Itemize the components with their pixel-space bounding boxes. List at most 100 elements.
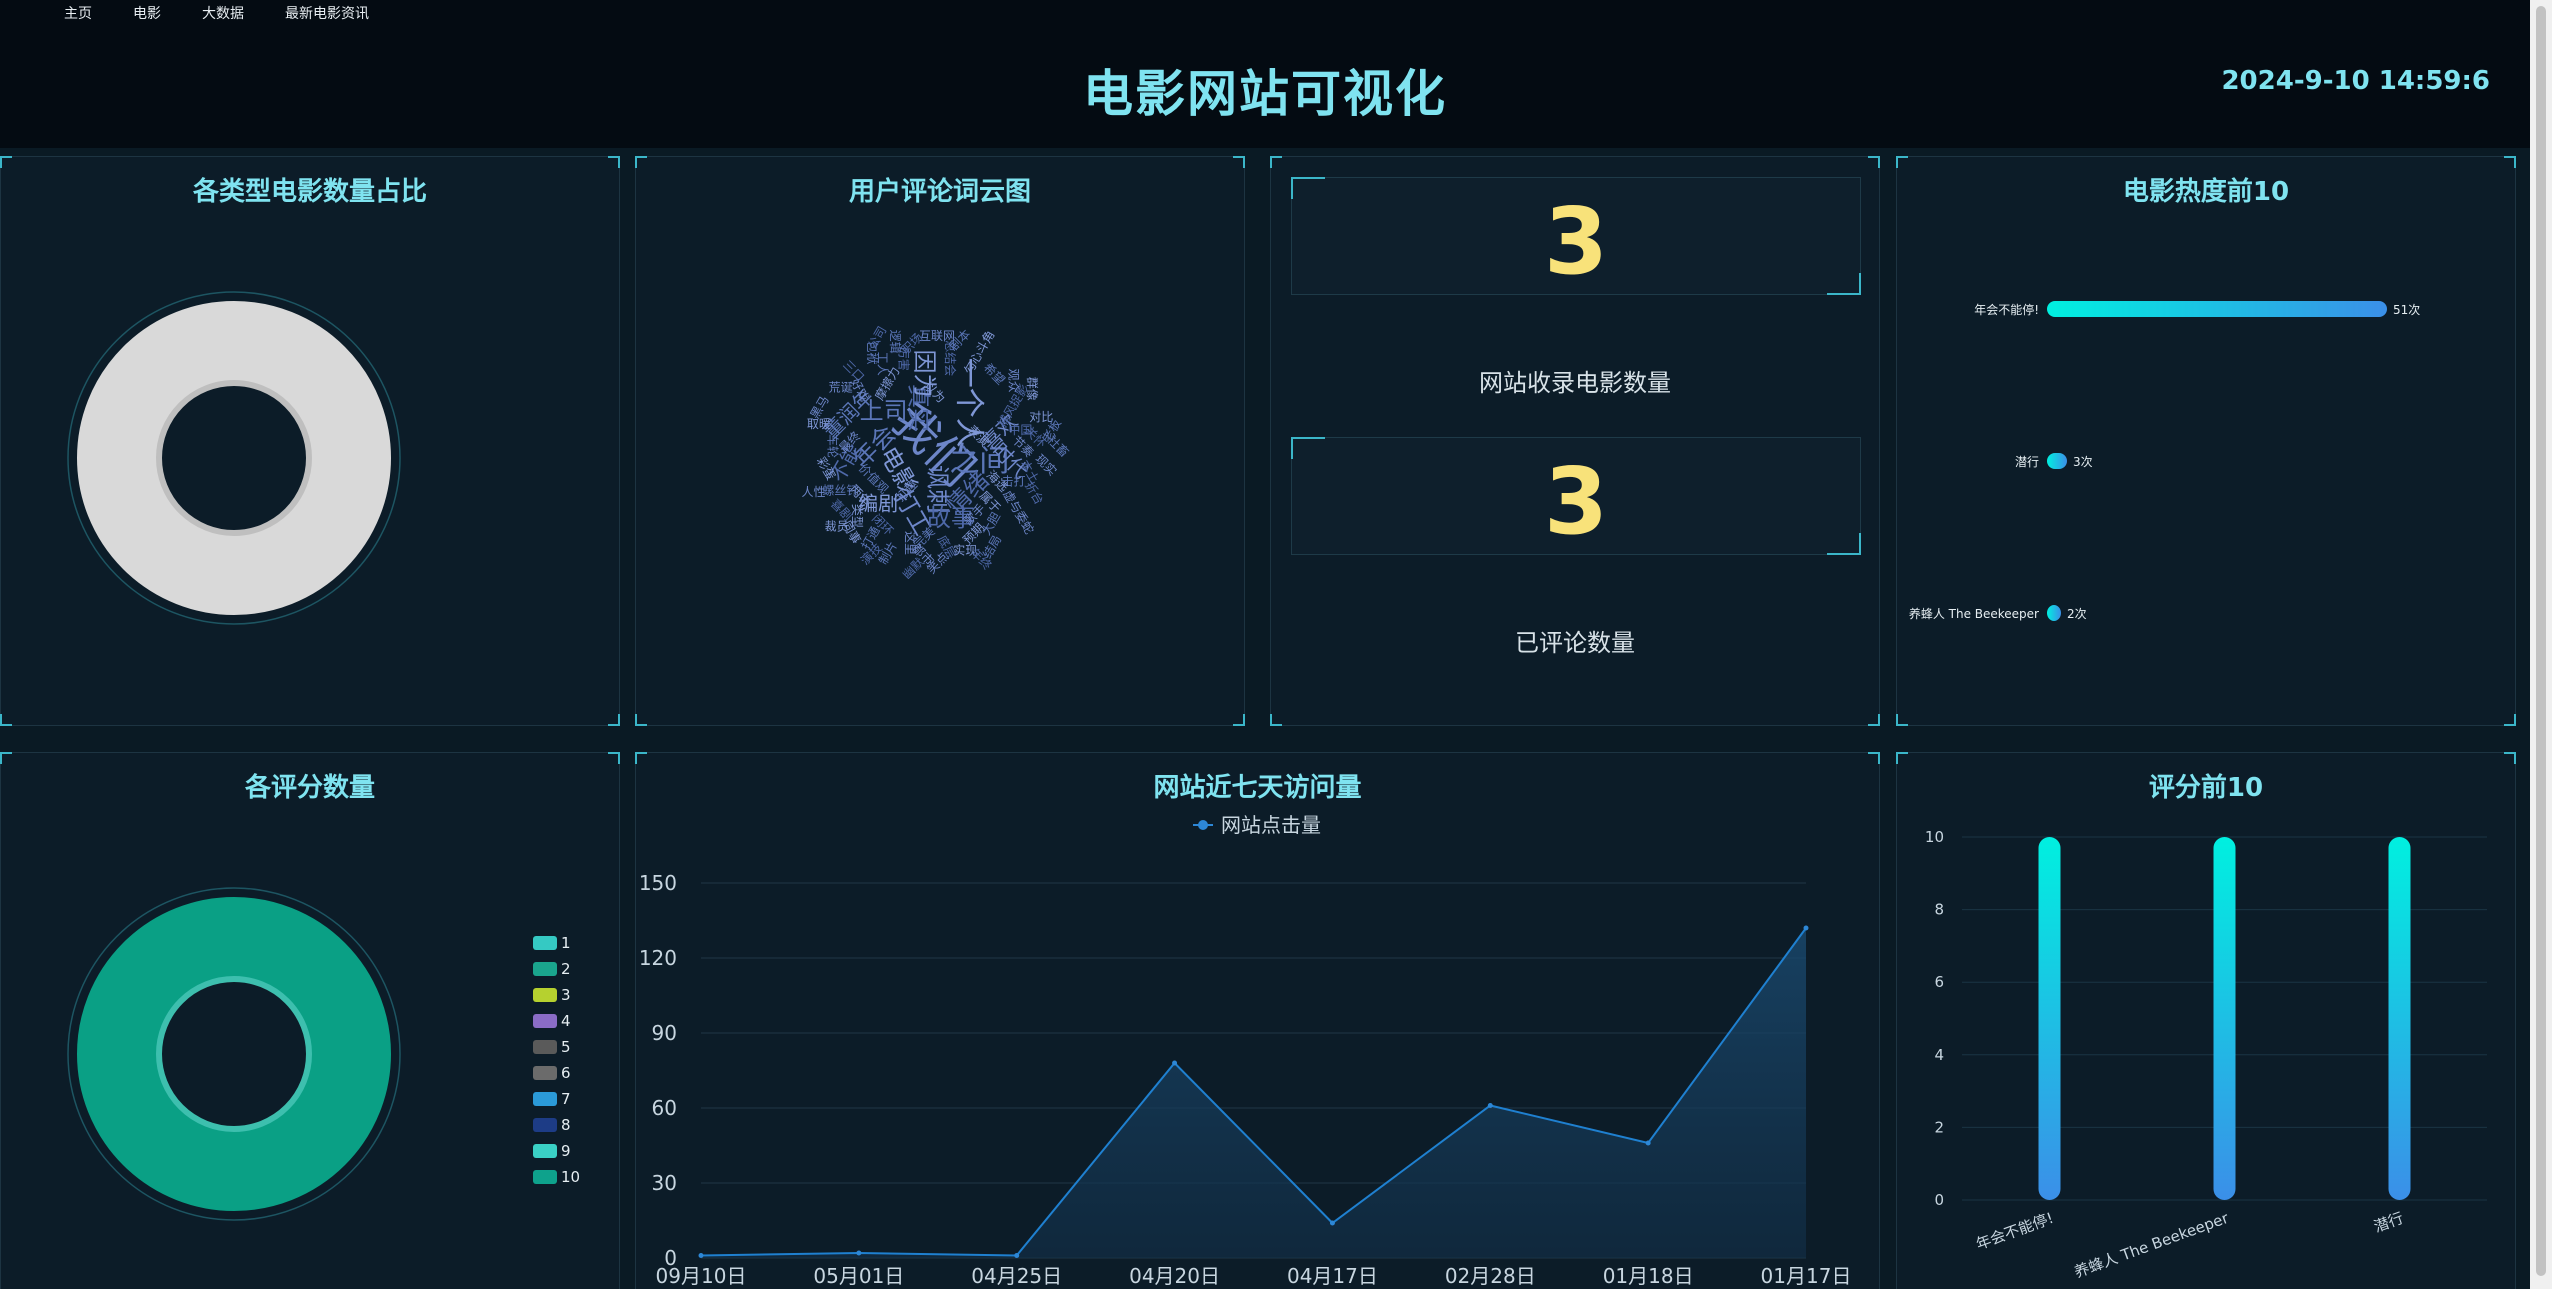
hot-value-label: 51次 [2393, 303, 2420, 317]
legend-swatch [533, 962, 557, 976]
score-count-panel: 各评分数量 1 2 3 4 5 6 7 8 9 10 [0, 752, 620, 1289]
visits-point[interactable] [1172, 1060, 1178, 1066]
donut-slice [77, 301, 391, 615]
visits-point[interactable] [856, 1250, 862, 1256]
comment-count-value: 3 [1543, 448, 1608, 555]
y-tick-label: 0 [1934, 1191, 1944, 1209]
legend-swatch [533, 1066, 557, 1080]
comment-count-label: 已评论数量 [1515, 629, 1635, 657]
visits-panel: 网站近七天访问量 网站点击量 0 30 60 90 120 150 09月10日 05月01日 0… [635, 752, 1880, 1289]
visits-point[interactable] [1487, 1103, 1493, 1108]
wordcloud-word: 观众 [1006, 369, 1020, 393]
hot-top10-panel: 电影热度前10 年会不能停! 51次 潜行 3次 养蜂人 The Beekeeper 2次 [1896, 156, 2516, 726]
hot-value-label: 3次 [2073, 455, 2093, 469]
legend-label[interactable]: 网站点击量 [1221, 813, 1321, 837]
x-tick-label: 04月25日 [971, 1264, 1062, 1288]
wordcloud-word: 公司 [865, 324, 889, 352]
visits-point[interactable] [1329, 1220, 1335, 1226]
legend-label[interactable]: 8 [561, 1116, 571, 1134]
legend-swatch [533, 936, 557, 950]
legend-swatch [533, 1118, 557, 1132]
legend-label[interactable]: 7 [561, 1090, 571, 1108]
donut-inner-ring [156, 976, 312, 1132]
x-tick-label: 09月10日 [656, 1264, 747, 1288]
wordcloud-word: 折台 [1022, 479, 1047, 507]
legend-label[interactable]: 9 [561, 1142, 571, 1160]
legend-label[interactable]: 5 [561, 1038, 571, 1056]
legend-swatch [533, 1040, 557, 1054]
x-tick-label: 01月18日 [1603, 1264, 1694, 1288]
header: 电影网站可视化 2024-9-10 14:59:6 [0, 26, 2530, 148]
visits-area [701, 928, 1806, 1258]
score-top10-chart: 0 2 4 6 8 10 年会不能停! 养蜂人 The Beekeeper 潜行 [1925, 828, 2487, 1282]
movie-count-box: 3 [1291, 177, 1861, 295]
hot-value-label: 2次 [2067, 607, 2087, 621]
legend-label[interactable]: 3 [561, 986, 571, 1004]
wordcloud: 我们之间一个人真实讽刺年会电影 情绪打工上司因为故事时代董润年编剧不能喜欢价值观摩… [801, 324, 1072, 582]
x-tick-label: 02月28日 [1445, 1264, 1536, 1288]
x-tick-label: 04月17日 [1287, 1264, 1378, 1288]
visits-point[interactable] [1803, 925, 1809, 931]
wordcloud-word: 荒诞 [829, 380, 853, 394]
y-tick-label: 8 [1934, 901, 1944, 919]
donut-inner-ring [156, 380, 312, 536]
wordcloud-word: 群像 [1025, 377, 1039, 401]
type-share-panel: 各类型电影数量占比 [0, 156, 620, 726]
top-nav: 主页 电影 大数据 最新电影资讯 [0, 0, 2530, 26]
y-tick-label: 6 [1934, 973, 1944, 991]
legend-swatch [533, 1144, 557, 1158]
movie-count-value: 3 [1543, 188, 1608, 295]
legend-label[interactable]: 2 [561, 960, 571, 978]
legend-swatch [533, 1170, 557, 1184]
hot-category-label: 年会不能停! [1974, 302, 2039, 317]
nav-movies-link[interactable]: 电影 [133, 3, 161, 23]
x-tick-label: 潜行 [2372, 1209, 2406, 1236]
wordcloud-word: 取暖 [807, 417, 831, 431]
y-tick-label: 30 [652, 1171, 677, 1195]
wordcloud-panel: 用户评论词云图 我们 之间 一个人 真实 讽刺 年会 电影 情绪 打工 上司 因为 故事 时代 董润年 编剧… [635, 156, 1245, 726]
score-top10-panel: 评分前10 0 2 4 6 8 10 年会不能停! 养蜂人 The Beekeeper 潜行 [1896, 752, 2516, 1289]
y-tick-label: 4 [1934, 1046, 1944, 1064]
visits-chart: 网站点击量030609012015009月10日 05月01日 04月25日 04月2… [639, 813, 1852, 1288]
scrollbar-thumb[interactable] [2536, 6, 2546, 1276]
type-share-chart [67, 291, 401, 625]
movie-count-label: 网站收录电影数量 [1479, 369, 1671, 397]
page-scrollbar[interactable] [2530, 0, 2552, 1289]
legend-label[interactable]: 4 [561, 1012, 571, 1030]
nav-news-link[interactable]: 最新电影资讯 [285, 3, 369, 23]
legend-swatch [533, 1014, 557, 1028]
hot-bar [2047, 301, 2387, 317]
stats-panel: 3 网站收录电影数量 3 已评论数量 [1270, 156, 1880, 726]
legend-label[interactable]: 6 [561, 1064, 571, 1082]
visits-point[interactable] [698, 1253, 704, 1258]
y-tick-label: 150 [639, 871, 677, 895]
legend-label[interactable]: 1 [561, 934, 571, 952]
y-tick-label: 120 [639, 946, 677, 970]
visits-point[interactable] [1645, 1140, 1651, 1146]
comment-count-box: 3 [1291, 437, 1861, 555]
wordcloud-word: 人性 [801, 485, 825, 499]
hot-category-label: 养蜂人 The Beekeeper [1909, 606, 2039, 621]
hot-category-label: 潜行 [2015, 455, 2039, 469]
nav-home-link[interactable]: 主页 [64, 3, 92, 23]
legend-dot-icon [1198, 820, 1208, 830]
donut-slice [77, 897, 391, 1211]
hot-bar [2047, 605, 2061, 621]
y-tick-label: 90 [652, 1021, 677, 1045]
y-tick-label: 2 [1934, 1118, 1944, 1136]
wordcloud-word: 螺丝钉 [822, 483, 858, 497]
x-tick-label: 05月01日 [813, 1264, 904, 1288]
nav-bigdata-link[interactable]: 大数据 [202, 3, 244, 23]
score-bar [2213, 837, 2236, 1200]
x-tick-label: 养蜂人 The Beekeeper [2072, 1209, 2232, 1282]
hot-bar [2047, 453, 2067, 469]
score-count-chart: 1 2 3 4 5 6 7 8 9 10 [67, 887, 580, 1221]
legend-swatch [533, 988, 557, 1002]
x-tick-label: 年会不能停! [1974, 1209, 2056, 1254]
datetime-display: 2024-9-10 14:59:6 [2221, 66, 2490, 96]
legend-label[interactable]: 10 [561, 1168, 580, 1186]
hot-top10-chart: 年会不能停! 51次潜行 3次养蜂人 The Beekeeper 2次 [1909, 301, 2420, 621]
page-title: 电影网站可视化 [1083, 65, 1447, 123]
visits-point[interactable] [1014, 1253, 1020, 1258]
score-bar [2388, 837, 2411, 1200]
